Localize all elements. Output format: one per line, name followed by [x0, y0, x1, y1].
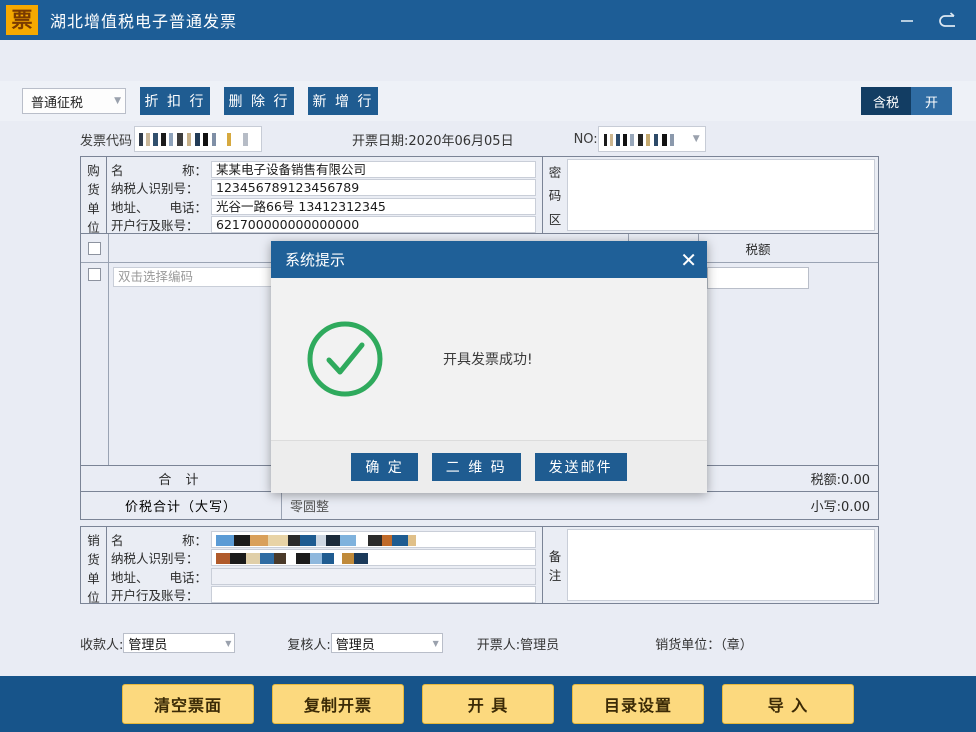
dialog-title: 系统提示	[285, 249, 345, 270]
send-email-button[interactable]: 发送邮件	[535, 453, 627, 481]
confirm-button[interactable]: 确 定	[351, 453, 417, 481]
dialog-body: 开具发票成功!	[271, 278, 707, 440]
dialog-message: 开具发票成功!	[443, 349, 533, 369]
qrcode-button[interactable]: 二 维 码	[432, 453, 521, 481]
modal-overlay: 系统提示 ✕ 开具发票成功! 确 定 二 维 码 发送邮件	[0, 0, 976, 732]
success-check-icon	[305, 319, 385, 399]
close-icon[interactable]: ✕	[680, 250, 697, 270]
dialog-title-bar: 系统提示 ✕	[271, 241, 707, 278]
system-prompt-dialog: 系统提示 ✕ 开具发票成功! 确 定 二 维 码 发送邮件	[271, 241, 707, 493]
invoice-application-window: 票 湖北增值税电子普通发票 普通征税 ▼ 折 扣 行 删 除 行 新 增 行 含…	[0, 0, 976, 732]
dialog-footer: 确 定 二 维 码 发送邮件	[271, 440, 707, 493]
